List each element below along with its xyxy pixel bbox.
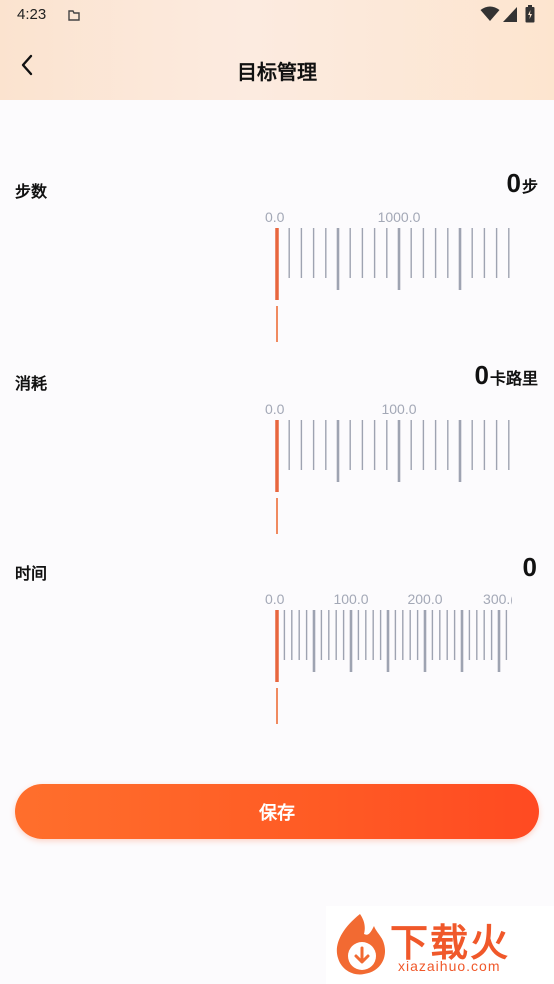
wifi-icon <box>480 6 500 26</box>
gallery-notification-icon <box>66 7 82 27</box>
flame-logo-icon <box>330 912 392 982</box>
goal-value: 0 <box>523 552 538 583</box>
goal-label: 时间 <box>15 564 48 583</box>
goal-value-number: 0 <box>474 360 489 390</box>
signal-icon <box>503 7 517 26</box>
goal-value-unit: 卡路里 <box>489 369 538 388</box>
goal-section-steps: 步数 0步 0.01000.020 <box>0 168 554 348</box>
goal-label: 步数 <box>15 182 48 201</box>
ruler-svg: 0.01000.020 <box>265 209 510 342</box>
ruler-label: 0.0 <box>265 591 285 607</box>
ruler-label: 100.0 <box>333 591 368 607</box>
ruler-svg: 0.0100.02 <box>265 401 510 534</box>
goal-ruler[interactable]: 0.0 100.0 200.0 300.( <box>264 588 512 728</box>
ruler-svg: 0.0 100.0 200.0 300.( <box>265 591 512 724</box>
goal-value-number: 0 <box>522 552 537 582</box>
ruler-label: 0.0 <box>265 209 285 225</box>
app-bar: 目标管理 <box>0 40 554 100</box>
goal-ruler[interactable]: 0.0100.02 <box>264 398 512 538</box>
ruler-label: 0.0 <box>265 401 285 417</box>
battery-icon <box>525 5 535 27</box>
watermark: 下载火 xiazaihuo.com <box>326 906 554 984</box>
ruler-label: 300.( <box>483 591 512 607</box>
ruler-label: 200.0 <box>407 591 442 607</box>
save-button[interactable]: 保存 <box>15 784 539 839</box>
goal-value: 0步 <box>507 168 538 199</box>
ruler-label: 1000.0 <box>378 209 421 225</box>
goal-value: 0卡路里 <box>475 360 538 391</box>
status-bar: 4:23 <box>0 0 554 32</box>
goal-section-calories: 消耗 0卡路里 0.0100.02 <box>0 360 554 540</box>
watermark-sub: xiazaihuo.com <box>398 958 501 974</box>
status-time: 4:23 <box>17 6 47 23</box>
page-title: 目标管理 <box>237 60 317 84</box>
goal-ruler[interactable]: 0.01000.020 <box>264 206 512 346</box>
goal-value-unit: 步 <box>521 177 538 196</box>
goal-label: 消耗 <box>15 374 48 393</box>
goal-section-time: 时间 0 0.0 100.0 200.0 300.( <box>0 550 554 730</box>
ruler-label: 100.0 <box>381 401 416 417</box>
goal-value-number: 0 <box>506 168 521 198</box>
